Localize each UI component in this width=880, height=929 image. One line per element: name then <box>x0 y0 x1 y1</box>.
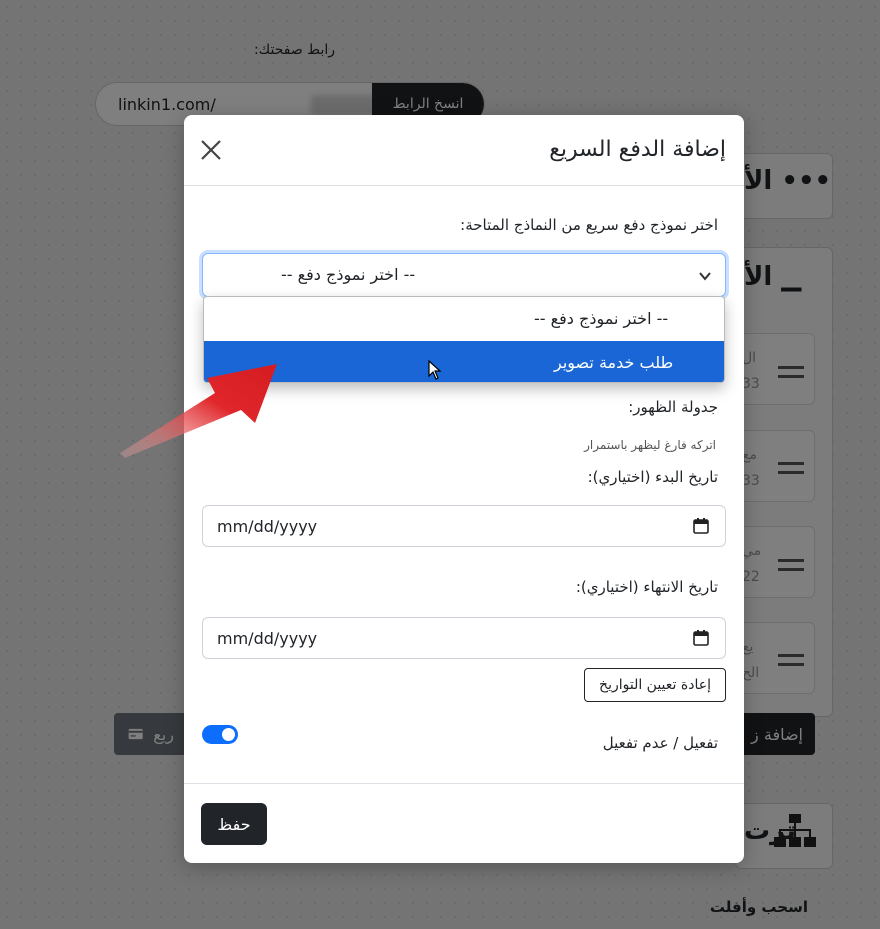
start-date-placeholder: mm/dd/yyyy <box>217 517 318 536</box>
end-date-placeholder: mm/dd/yyyy <box>217 629 318 648</box>
option-placeholder[interactable]: -- اختر نموذج دفع -- <box>204 297 724 340</box>
calendar-icon[interactable] <box>693 518 709 534</box>
red-arrow-annotation <box>120 364 277 458</box>
schedule-label: جدولة الظهور: <box>628 398 718 416</box>
modal-title: إضافة الدفع السريع <box>549 137 726 162</box>
end-date-label: تاريخ الانتهاء (اختياري): <box>575 578 718 596</box>
end-date-input[interactable]: mm/dd/yyyy <box>202 617 726 659</box>
select-current-value: -- اختر نموذج دفع -- <box>281 265 416 284</box>
mouse-cursor-icon <box>428 360 442 380</box>
option-label: طلب خدمة تصوير <box>554 353 674 372</box>
modal-footer: حفظ <box>184 783 744 863</box>
calendar-icon[interactable] <box>693 630 709 646</box>
reset-dates-button[interactable]: إعادة تعيين التواريخ <box>584 668 726 702</box>
start-date-input[interactable]: mm/dd/yyyy <box>202 505 726 547</box>
save-button[interactable]: حفظ <box>201 803 267 845</box>
chevron-down-icon <box>699 272 711 281</box>
toggle-label: تفعيل / عدم تفعيل <box>602 734 718 752</box>
modal-header: إضافة الدفع السريع <box>184 115 744 186</box>
option-label: -- اختر نموذج دفع -- <box>534 309 669 328</box>
start-date-label: تاريخ البدء (اختياري): <box>587 468 718 486</box>
close-icon[interactable] <box>198 137 224 163</box>
schedule-hint: اتركه فارغ ليظهر باستمرار <box>584 438 716 452</box>
quick-payment-modal: إضافة الدفع السريع اختر نموذج دفع سريع م… <box>184 115 744 863</box>
active-toggle[interactable] <box>202 725 238 744</box>
payment-template-select[interactable]: -- اختر نموذج دفع -- <box>202 253 726 297</box>
select-template-label: اختر نموذج دفع سريع من النماذج المتاحة: <box>460 216 718 234</box>
toggle-knob <box>222 728 235 741</box>
